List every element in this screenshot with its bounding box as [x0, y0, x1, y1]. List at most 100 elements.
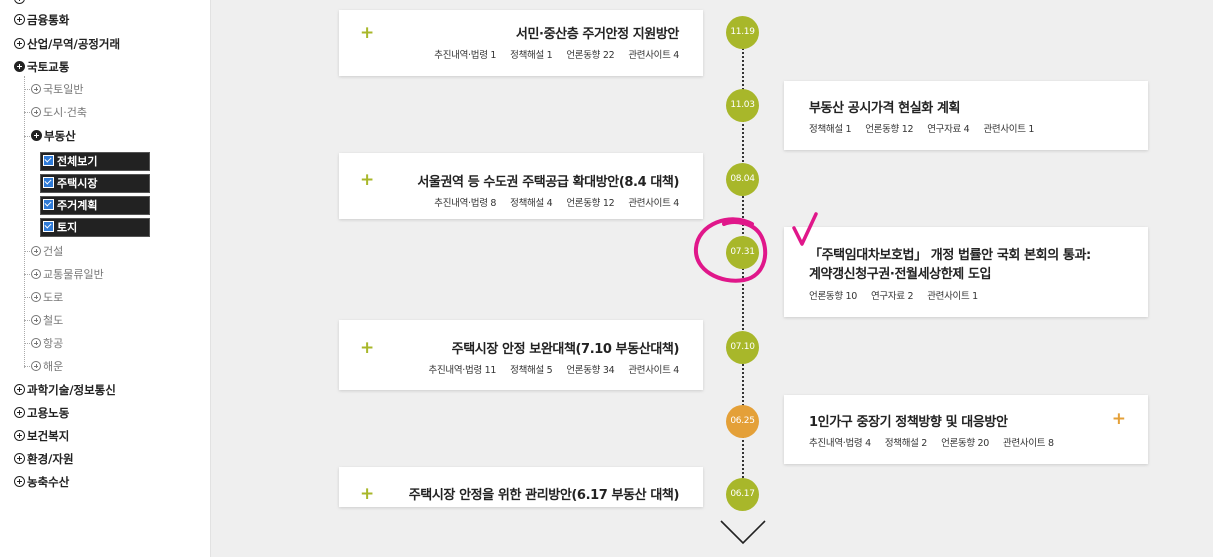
card-meta: 정책해설 1 언론동향 12 연구자료 4 관련사이트 1 — [809, 121, 1034, 135]
meta-link[interactable]: 관련사이트 1 — [927, 291, 978, 302]
meta-link[interactable]: 추진내역·법령 11 — [429, 365, 497, 376]
meta-link[interactable]: 연구자료 2 — [871, 291, 914, 302]
plus-circle-icon — [31, 246, 41, 256]
plus-circle-icon — [31, 361, 41, 371]
sidebar-item-science-ict[interactable]: 과학기술/정보통신 — [14, 383, 116, 397]
sidebar-item-construction[interactable]: 건설 — [24, 245, 63, 259]
meta-link[interactable]: 언론동향 12 — [865, 124, 913, 135]
card-title[interactable]: 부동산 공시가격 현실화 계획 — [809, 97, 961, 116]
plus-circle-icon — [14, 14, 25, 25]
meta-link[interactable]: 관련사이트 4 — [628, 50, 679, 61]
sidebar-item-transport-logistics[interactable]: 교통물류일반 — [24, 268, 104, 282]
expand-plus-icon[interactable]: + — [360, 172, 374, 189]
card-meta: 추진내역·법령 4 정책해설 2 언론동향 20 관련사이트 8 — [809, 435, 1054, 449]
sidebar-item-welfare[interactable]: 보건복지 — [14, 429, 69, 443]
meta-link[interactable]: 정책해설 1 — [809, 124, 852, 135]
card-title-line1[interactable]: 「주택임대차보호법」 개정 법률안 국회 본회의 통과: — [809, 244, 1091, 263]
card-meta: 추진내역·법령 11 정책해설 5 언론동향 34 관련사이트 4 — [429, 362, 680, 376]
date-badge: 07.10 — [726, 331, 759, 364]
sidebar-item-partial[interactable] — [14, 0, 27, 6]
plus-circle-icon — [31, 292, 41, 302]
timeline-card[interactable]: 「주택임대차보호법」 개정 법률안 국회 본회의 통과: 계약갱신청구권·전월세… — [784, 227, 1148, 317]
plus-circle-icon — [14, 430, 25, 441]
sidebar-item-land-general[interactable]: 국토일반 — [24, 83, 83, 97]
filter-land[interactable]: 토지 — [40, 218, 150, 237]
plus-circle-icon — [14, 384, 25, 395]
timeline-card[interactable]: 1인가구 중장기 정책방향 및 대응방안 추진내역·법령 4 정책해설 2 언론동향… — [784, 395, 1148, 464]
sidebar-item-finance[interactable]: 금융통화 — [14, 13, 69, 27]
sidebar-item-maritime[interactable]: 해운 — [24, 360, 63, 374]
expand-plus-icon[interactable]: + — [360, 25, 374, 42]
date-badge: 11.03 — [726, 89, 759, 122]
card-title[interactable]: 1인가구 중장기 정책방향 및 대응방안 — [809, 411, 1008, 430]
meta-link[interactable]: 관련사이트 1 — [983, 124, 1034, 135]
card-meta: 언론동향 10 연구자료 2 관련사이트 1 — [809, 288, 978, 302]
sidebar-item-land-transport[interactable]: 국토교통 — [14, 60, 69, 74]
card-title[interactable]: 서울권역 등 수도권 주택공급 확대방안(8.4 대책) — [417, 171, 679, 190]
plus-circle-icon — [31, 84, 41, 94]
timeline-card[interactable]: + 서민·중산층 주거안정 지원방안 추진내역·법령 1 정책해설 1 언론동향 2… — [339, 10, 703, 76]
plus-circle-icon — [14, 476, 25, 487]
plus-circle-icon — [14, 0, 25, 4]
meta-link[interactable]: 추진내역·법령 1 — [434, 50, 496, 61]
plus-circle-icon — [14, 38, 25, 49]
category-sidebar: 금융통화 산업/무역/공정거래 국토교통 국토일반 도시·건축 부동산 전체보기… — [0, 0, 211, 557]
card-title[interactable]: 서민·중산층 주거안정 지원방안 — [516, 23, 679, 42]
card-meta: 추진내역·법령 8 정책해설 4 언론동향 12 관련사이트 4 — [434, 195, 679, 209]
checkbox-checked-icon[interactable] — [43, 199, 54, 210]
chevron-down-icon[interactable] — [719, 517, 767, 547]
meta-link[interactable]: 추진내역·법령 4 — [809, 438, 871, 449]
card-title[interactable]: 주택시장 안정 보완대책(7.10 부동산대책) — [452, 338, 680, 357]
meta-link[interactable]: 언론동향 20 — [941, 438, 989, 449]
filter-housing-plan[interactable]: 주거계획 — [40, 196, 150, 215]
date-badge: 06.17 — [726, 478, 759, 511]
meta-link[interactable]: 추진내역·법령 8 — [434, 198, 496, 209]
filter-all[interactable]: 전체보기 — [40, 152, 150, 171]
checkbox-checked-icon[interactable] — [43, 177, 54, 188]
sidebar-item-aviation[interactable]: 항공 — [24, 337, 63, 351]
meta-link[interactable]: 언론동향 10 — [809, 291, 857, 302]
date-badge: 11.19 — [726, 16, 759, 49]
expanded-circle-icon — [14, 61, 25, 72]
timeline-card[interactable]: + 주택시장 안정 보완대책(7.10 부동산대책) 추진내역·법령 11 정책해… — [339, 320, 703, 390]
meta-link[interactable]: 언론동향 34 — [566, 365, 614, 376]
meta-link[interactable]: 정책해설 4 — [510, 198, 553, 209]
expand-plus-icon[interactable]: + — [1112, 411, 1126, 428]
plus-circle-icon — [31, 338, 41, 348]
sidebar-item-road[interactable]: 도로 — [24, 291, 63, 305]
meta-link[interactable]: 관련사이트 4 — [628, 198, 679, 209]
sidebar-item-agriculture[interactable]: 농축수산 — [14, 475, 69, 489]
filter-housing-market[interactable]: 주택시장 — [40, 174, 150, 193]
timeline-card[interactable]: 부동산 공시가격 현실화 계획 정책해설 1 언론동향 12 연구자료 4 관련사이트… — [784, 81, 1148, 150]
plus-circle-icon — [14, 407, 25, 418]
sidebar-item-railway[interactable]: 철도 — [24, 314, 63, 328]
sidebar-item-environment[interactable]: 환경/자원 — [14, 452, 74, 466]
expand-plus-icon[interactable]: + — [360, 340, 374, 357]
meta-link[interactable]: 언론동향 22 — [566, 50, 614, 61]
plus-circle-icon — [31, 107, 41, 117]
card-title-line2[interactable]: 계약갱신청구권·전월세상한제 도입 — [809, 263, 991, 282]
date-badge: 06.25 — [726, 405, 759, 438]
meta-link[interactable]: 언론동향 12 — [566, 198, 614, 209]
timeline-card[interactable]: + 주택시장 안정을 위한 관리방안(6.17 부동산 대책) — [339, 467, 703, 507]
date-badge: 08.04 — [726, 163, 759, 196]
meta-link[interactable]: 정책해설 1 — [510, 50, 553, 61]
checkbox-checked-icon[interactable] — [43, 221, 54, 232]
plus-circle-icon — [31, 315, 41, 325]
meta-link[interactable]: 관련사이트 8 — [1003, 438, 1054, 449]
timeline-card[interactable]: + 서울권역 등 수도권 주택공급 확대방안(8.4 대책) 추진내역·법령 8… — [339, 153, 703, 219]
checkbox-checked-icon[interactable] — [43, 155, 54, 166]
sidebar-item-real-estate[interactable]: 부동산 — [24, 129, 76, 143]
meta-link[interactable]: 정책해설 2 — [885, 438, 928, 449]
card-title[interactable]: 주택시장 안정을 위한 관리방안(6.17 부동산 대책) — [409, 484, 680, 503]
sidebar-item-industry[interactable]: 산업/무역/공정거래 — [14, 37, 120, 51]
plus-circle-icon — [14, 453, 25, 464]
annotation-circle-check-icon — [693, 212, 818, 283]
meta-link[interactable]: 관련사이트 4 — [628, 365, 679, 376]
sidebar-item-urban-architecture[interactable]: 도시·건축 — [24, 106, 87, 120]
card-meta: 추진내역·법령 1 정책해설 1 언론동향 22 관련사이트 4 — [434, 47, 679, 61]
sidebar-item-employment[interactable]: 고용노동 — [14, 406, 69, 420]
meta-link[interactable]: 정책해설 5 — [510, 365, 553, 376]
meta-link[interactable]: 연구자료 4 — [927, 124, 970, 135]
expand-plus-icon[interactable]: + — [360, 486, 374, 503]
